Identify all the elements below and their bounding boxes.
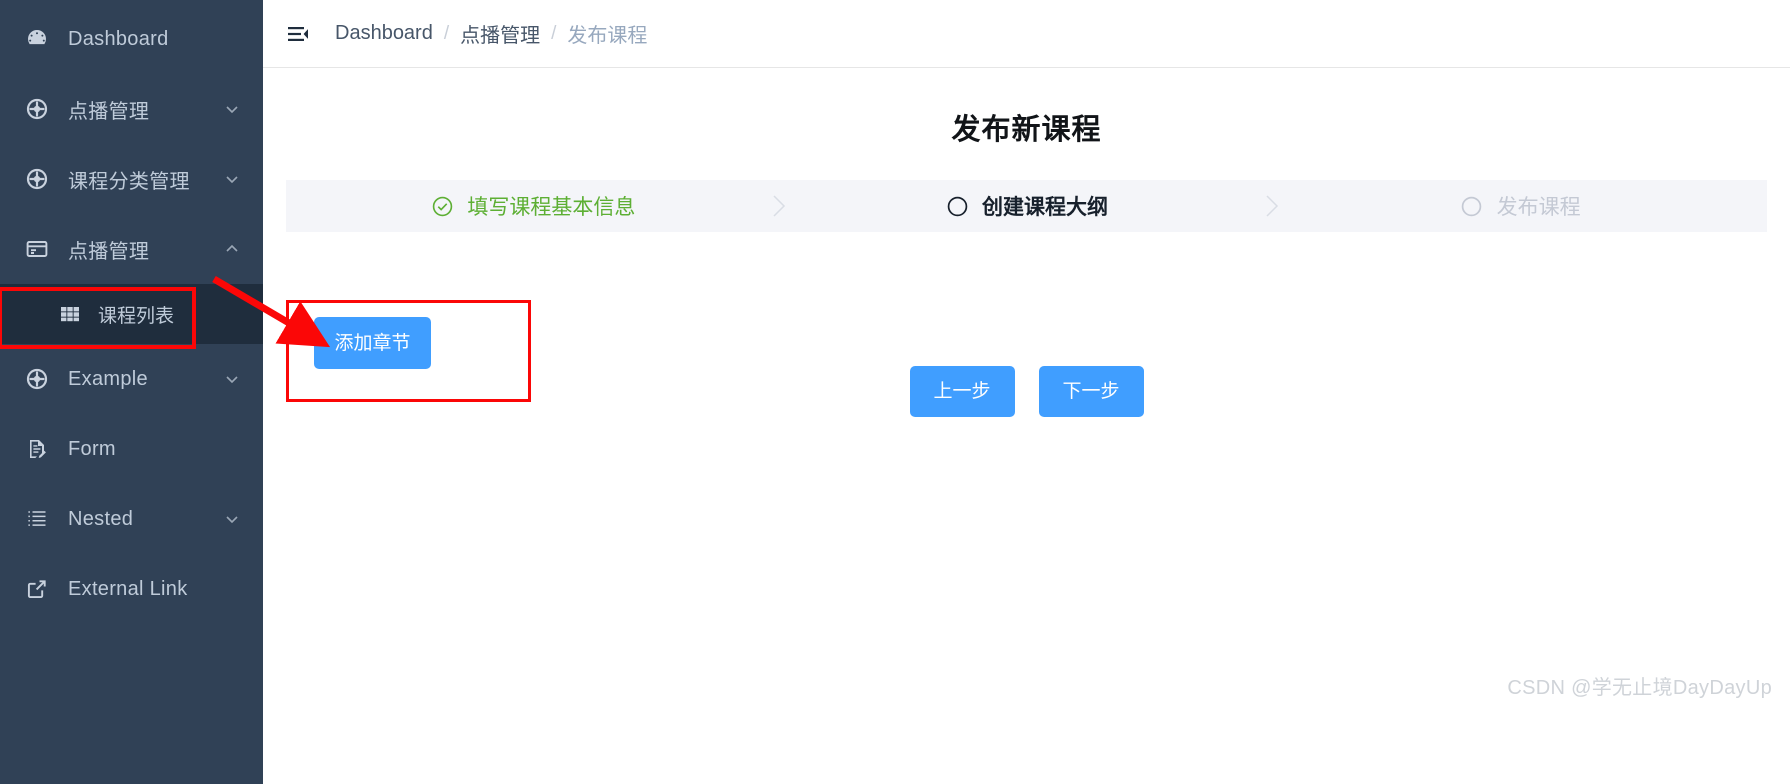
compass-icon: [24, 166, 50, 192]
nested-list-icon: [24, 506, 50, 532]
sidebar-item-label: Dashboard: [68, 27, 169, 50]
sidebar-item-dashboard[interactable]: Dashboard: [0, 4, 263, 74]
sidebar-item-label: External Link: [68, 577, 188, 600]
chevron-up-icon: [223, 240, 241, 258]
sidebar-item-vod-management-2[interactable]: 点播管理: [0, 214, 263, 284]
previous-step-button[interactable]: 上一步: [909, 366, 1015, 417]
steps-bar: 填写课程基本信息 创建课程大纲 发布课程: [286, 180, 1767, 232]
app-root: Dashboard 点播管理 课程分类管理 点播管理 课程列表 Example …: [0, 0, 1790, 784]
step-chevron-right-icon: [1262, 191, 1284, 221]
sidebar-item-vod-management-1[interactable]: 点播管理: [0, 74, 263, 144]
sidebar-item-course-category-management[interactable]: 课程分类管理: [0, 144, 263, 214]
sidebar-subitem-label: 课程列表: [98, 305, 175, 327]
step-fill-basic-info[interactable]: 填写课程基本信息: [286, 180, 785, 232]
topbar: Dashboard / 点播管理 / 发布课程: [263, 0, 1790, 68]
sidebar-item-label: 课程分类管理: [68, 170, 190, 193]
step-label: 填写课程基本信息: [467, 196, 636, 219]
breadcrumb-item-vod-management[interactable]: 点播管理: [460, 19, 540, 48]
sidebar-item-label: Form: [68, 437, 116, 460]
breadcrumb: Dashboard / 点播管理 / 发布课程: [335, 19, 647, 48]
page-title: 发布新课程: [951, 114, 1102, 146]
step-publish-course[interactable]: 发布课程: [1273, 180, 1767, 232]
sidebar-item-label: Example: [68, 367, 148, 390]
sidebar: Dashboard 点播管理 课程分类管理 点播管理 课程列表 Example …: [0, 0, 263, 784]
external-link-icon: [24, 576, 50, 602]
circle-icon: [1460, 194, 1484, 218]
sidebar-item-label: Nested: [68, 507, 134, 530]
breadcrumb-separator: /: [551, 22, 557, 44]
step-create-outline[interactable]: 创建课程大纲: [780, 180, 1279, 232]
watermark: CSDN @学无止境DayDayUp: [1507, 677, 1772, 699]
chevron-down-icon: [223, 370, 241, 388]
next-step-button[interactable]: 下一步: [1038, 366, 1144, 417]
sidebar-item-label: 点播管理: [68, 100, 150, 123]
breadcrumb-item-dashboard[interactable]: Dashboard: [335, 22, 433, 45]
sidebar-item-label: 点播管理: [68, 240, 150, 263]
sidebar-item-course-list[interactable]: 课程列表: [0, 284, 263, 344]
main-area: Dashboard / 点播管理 / 发布课程 发布新课程 填写课程基本信息 创…: [263, 0, 1790, 784]
compass-icon: [24, 96, 50, 122]
step-navigation-buttons: 上一步 下一步: [263, 366, 1790, 417]
circle-icon: [945, 194, 969, 218]
chevron-down-icon: [223, 100, 241, 118]
step-chevron-right-icon: [769, 191, 791, 221]
sidebar-item-nested[interactable]: Nested: [0, 484, 263, 554]
check-circle-icon: [430, 194, 454, 218]
table-icon: [58, 302, 82, 326]
form-icon: [24, 436, 50, 462]
step-label: 发布课程: [1496, 196, 1581, 219]
breadcrumb-separator: /: [443, 22, 450, 44]
sidebar-item-example[interactable]: Example: [0, 344, 263, 414]
add-chapter-button[interactable]: 添加章节: [314, 317, 431, 369]
chevron-down-icon: [223, 510, 241, 528]
chevron-down-icon: [223, 170, 241, 188]
sidebar-item-form[interactable]: Form: [0, 414, 263, 484]
content-area: 添加章节 上一步 下一步 CSDN @学无止境DayDayUp: [263, 232, 1790, 712]
hamburger-menu-icon[interactable]: [285, 21, 311, 47]
compass-icon: [24, 366, 50, 392]
card-icon: [24, 236, 50, 262]
dashboard-icon: [24, 26, 50, 52]
breadcrumb-item-publish-course: 发布课程: [567, 25, 648, 47]
sidebar-item-external-link[interactable]: External Link: [0, 554, 263, 624]
step-label: 创建课程大纲: [982, 196, 1108, 219]
